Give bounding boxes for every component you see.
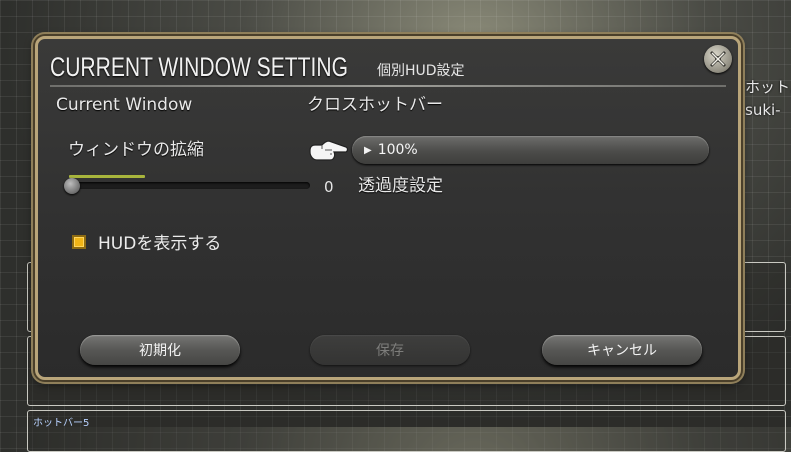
dropdown-arrow-icon: ▶: [364, 144, 372, 156]
opacity-dropdown-value: 100%: [377, 142, 418, 158]
save-button[interactable]: 保存: [310, 335, 470, 365]
current-window-value: クロスホットバー: [307, 95, 443, 115]
window-subtitle: 個別HUD設定: [376, 63, 465, 79]
background-hotbar-panel-3: [27, 410, 786, 452]
title-bar: CURRENT WINDOW SETTING 個別HUD設定: [50, 47, 465, 81]
window-scale-value: 0: [324, 178, 334, 196]
window-scale-slider[interactable]: [68, 182, 310, 189]
opacity-label: 透過度設定: [358, 176, 443, 196]
background-text-hotbar: ホットバー0: [745, 78, 791, 96]
close-button[interactable]: [704, 45, 732, 73]
current-window-label: Current Window: [56, 95, 193, 115]
close-icon: [710, 51, 726, 67]
reset-button[interactable]: 初期化: [80, 335, 240, 365]
opacity-dropdown[interactable]: ▶ 100%: [352, 136, 709, 164]
current-window-setting-dialog: CURRENT WINDOW SETTING 個別HUD設定 Current W…: [35, 36, 741, 380]
window-title: CURRENT WINDOW SETTING: [50, 52, 348, 82]
show-hud-label: HUDを表示する: [98, 234, 222, 254]
cancel-button[interactable]: キャンセル: [542, 335, 702, 365]
show-hud-checkbox[interactable]: [72, 234, 86, 249]
background-text-name: suki-: [745, 101, 781, 119]
window-scale-indicator: [69, 175, 145, 178]
window-scale-label: ウィンドウの拡縮: [68, 140, 204, 160]
title-divider: [50, 85, 726, 87]
window-scale-slider-handle[interactable]: [64, 178, 80, 194]
show-hud-toggle[interactable]: HUDを表示する: [72, 229, 221, 254]
hand-pointer-icon: [309, 140, 349, 161]
